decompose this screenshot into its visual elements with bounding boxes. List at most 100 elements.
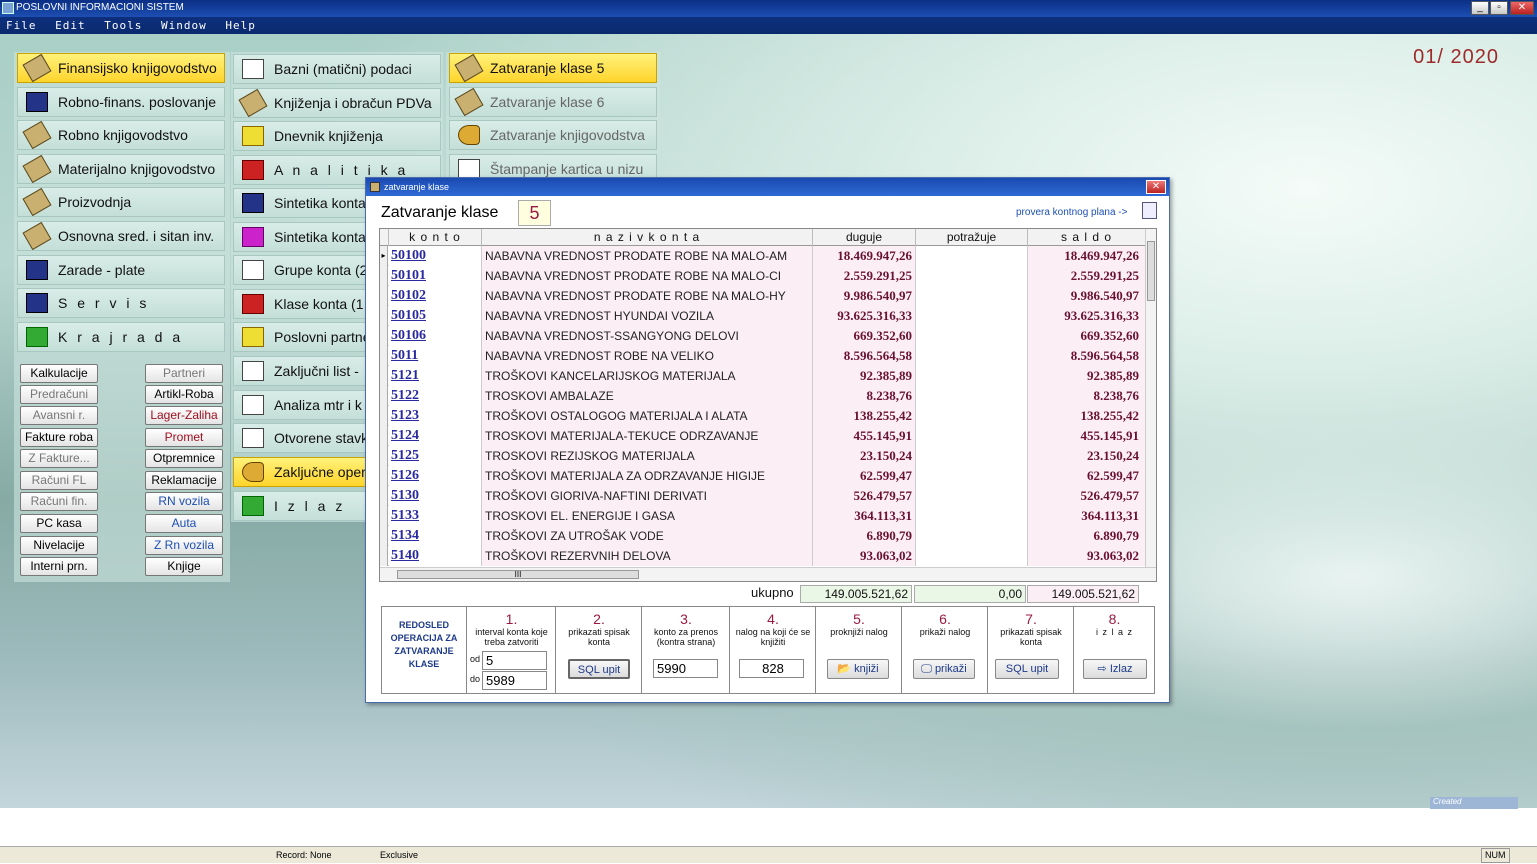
menu-zatvaranje-knjigovodstva[interactable]: Zatvaranje knjigovodstva [449, 120, 657, 150]
btn-lager-zaliha[interactable]: Lager-Zaliha [145, 406, 223, 425]
btn-nivelacije[interactable]: Nivelacije [20, 536, 98, 555]
menu-file[interactable]: File [6, 19, 37, 32]
btn-otpremnice[interactable]: Otpremnice [145, 449, 223, 468]
step-num: 8. [1108, 611, 1121, 627]
table-row[interactable]: 5124 TROSKOVI MATERIJALA-TEKUCE ODRZAVANJ… [380, 426, 1145, 446]
menu-robno[interactable]: Robno knjigovodstvo [17, 120, 225, 150]
btn-rn-vozila[interactable]: RN vozila [145, 492, 223, 511]
menu-edit[interactable]: Edit [55, 19, 86, 32]
cell-konto[interactable]: 50102 [389, 286, 482, 306]
scroll-thumb[interactable]: III [397, 570, 639, 579]
menu-robno-finans[interactable]: Robno-finans. poslovanje [17, 87, 225, 117]
table-row[interactable]: 50106 NABAVNA VREDNOST-SSANGYONG DELOVI 66… [380, 326, 1145, 346]
scroll-thumb[interactable] [1147, 241, 1155, 301]
btn-predracuni[interactable]: Predračuni [20, 385, 98, 404]
knjizi-button[interactable]: 📂 knjiži [827, 659, 889, 679]
horizontal-scrollbar[interactable]: III [380, 567, 1156, 581]
menu-bazni-podaci[interactable]: Bazni (matični) podaci [233, 54, 441, 84]
cell-konto[interactable]: 50106 [389, 326, 482, 346]
btn-z-rn-vozila[interactable]: Z Rn vozila [145, 536, 223, 555]
menu-knjizenja-pdv[interactable]: Knjiženja i obračun PDVa [233, 88, 441, 118]
cell-konto[interactable]: 5011 [389, 346, 482, 366]
btn-knjige[interactable]: Knjige [145, 557, 223, 576]
btn-auta[interactable]: Auta [145, 514, 223, 533]
menu-window[interactable]: Window [161, 19, 207, 32]
prikazi-button[interactable]: 🖵 prikaži [913, 659, 975, 679]
table-row[interactable]: 5134 TROŠKOVI ZA UTROŠAK VODE 6.890,79 6.89… [380, 526, 1145, 546]
menu-servis[interactable]: S e r v i s [17, 288, 225, 318]
table-row[interactable]: 50101 NABAVNA VREDNOST PRODATE ROBE NA MA… [380, 266, 1145, 286]
do-input[interactable]: 5989 [482, 671, 547, 690]
table-row[interactable]: 5121 TROŠKOVI KANCELARIJSKOG MATERIJALA 92… [380, 366, 1145, 386]
dialog-close-button[interactable]: ✕ [1146, 180, 1166, 194]
cell-konto[interactable]: 50101 [389, 266, 482, 286]
sql-upit-button[interactable]: SQL upit [568, 659, 630, 679]
klasa-field[interactable]: 5 [518, 200, 551, 226]
cell-konto[interactable]: 5122 [389, 386, 482, 406]
menu-kraj-rada[interactable]: K r a j r a d a [17, 322, 225, 352]
cell-konto[interactable]: 5134 [389, 526, 482, 546]
btn-racuni-fl[interactable]: Računi FL [20, 471, 98, 490]
table-row[interactable]: 5130 TROŠKOVI GIORIVA-NAFTINI DERIVATI 526… [380, 486, 1145, 506]
btn-fakture-roba[interactable]: Fakture roba [20, 428, 98, 447]
table-row[interactable]: 5133 TROSKOVI EL. ENERGIJE I GASA 364.113,… [380, 506, 1145, 526]
od-input[interactable]: 5 [482, 651, 547, 670]
btn-z-fakture[interactable]: Z Fakture... [20, 449, 98, 468]
izlaz-button[interactable]: ⇨ Izlaz [1083, 659, 1147, 679]
menu-proizvodnja[interactable]: Proizvodnja [17, 187, 225, 217]
nalog-input[interactable]: 828 [739, 659, 804, 678]
col-potrazuje[interactable]: potražuje [916, 229, 1028, 246]
menu-zatvaranje-klase-6[interactable]: Zatvaranje klase 6 [449, 87, 657, 117]
menu-zarade[interactable]: Zarade - plate [17, 255, 225, 285]
cell-konto[interactable]: 5130 [389, 486, 482, 506]
close-button[interactable]: ✕ [1510, 1, 1534, 15]
btn-partneri[interactable]: Partneri [145, 364, 223, 383]
table-row[interactable]: 5122 TROSKOVI AMBALAZE 8.238,76 8.238,76 [380, 386, 1145, 406]
cell-konto[interactable]: 5140 [389, 546, 482, 566]
btn-reklamacije[interactable]: Reklamacije [145, 471, 223, 490]
table-row[interactable]: 5140 TROŠKOVI REZERVNIH DELOVA 93.063,02 93… [380, 546, 1145, 566]
col-saldo[interactable]: s a l d o [1028, 229, 1145, 246]
menu-help[interactable]: Help [225, 19, 256, 32]
table-row[interactable]: ▸ 50100 NABAVNA VREDNOST PRODATE ROBE NA M… [380, 246, 1145, 266]
cell-konto[interactable]: 5125 [389, 446, 482, 466]
table-row[interactable]: 50105 NABAVNA VREDNOST HYUNDAI VOZILA 93.6… [380, 306, 1145, 326]
menu-zatvaranje-klase-5[interactable]: Zatvaranje klase 5 [449, 53, 657, 83]
cell-konto[interactable]: 5133 [389, 506, 482, 526]
sql-upit-2-button[interactable]: SQL upit [995, 659, 1059, 679]
btn-interni-prn[interactable]: Interni prn. [20, 557, 98, 576]
col-duguje[interactable]: duguje [813, 229, 916, 246]
table-row[interactable]: 5011 NABAVNA VREDNOST ROBE NA VELIKO 8.596… [380, 346, 1145, 366]
btn-kalkulacije[interactable]: Kalkulacije [20, 364, 98, 383]
menu-tools[interactable]: Tools [104, 19, 142, 32]
cell-konto[interactable]: 5124 [389, 426, 482, 446]
btn-racuni-fin[interactable]: Računi fin. [20, 492, 98, 511]
col-konto[interactable]: k o n t o [389, 229, 482, 246]
cell-konto[interactable]: 50100 [389, 246, 482, 266]
btn-artikl-roba[interactable]: Artikl-Roba [145, 385, 223, 404]
table-row[interactable]: 5126 TROŠKOVI MATERIJALA ZA ODRZAVANJE HI… [380, 466, 1145, 486]
btn-avansni[interactable]: Avansni r. [20, 406, 98, 425]
menu-osnovna-sred[interactable]: Osnovna sred. i sitan inv. [17, 221, 225, 251]
cell-konto[interactable]: 5121 [389, 366, 482, 386]
step-num: 3. [680, 611, 692, 627]
btn-pc-kasa[interactable]: PC kasa [20, 514, 98, 533]
vertical-scrollbar[interactable] [1145, 229, 1156, 567]
cell-konto[interactable]: 50105 [389, 306, 482, 326]
cell-konto[interactable]: 5123 [389, 406, 482, 426]
cell-konto[interactable]: 5126 [389, 466, 482, 486]
table-row[interactable]: 5123 TROŠKOVI OSTALOGOG MATERIJALA I ALAT… [380, 406, 1145, 426]
provera-link[interactable]: provera kontnog plana -> [1016, 207, 1127, 218]
menu-materijalno[interactable]: Materijalno knjigovodstvo [17, 154, 225, 184]
table-row[interactable]: 50102 NABAVNA VREDNOST PRODATE ROBE NA MA… [380, 286, 1145, 306]
restore-button[interactable]: ▫ [1490, 1, 1508, 15]
menu-dnevnik[interactable]: Dnevnik knjiženja [233, 121, 441, 151]
cell-duguje: 455.145,91 [813, 426, 916, 446]
col-naziv[interactable]: n a z i v k o n t a [482, 229, 813, 246]
btn-promet[interactable]: Promet [145, 428, 223, 447]
minimize-button[interactable]: _ [1471, 1, 1489, 15]
table-row[interactable]: 5125 TROSKOVI REZIJSKOG MATERIJALA 23.150,… [380, 446, 1145, 466]
konto-prenos-input[interactable]: 5990 [653, 659, 718, 678]
document-icon[interactable] [1142, 202, 1157, 219]
menu-finansijsko[interactable]: Finansijsko knjigovodstvo [17, 53, 225, 83]
